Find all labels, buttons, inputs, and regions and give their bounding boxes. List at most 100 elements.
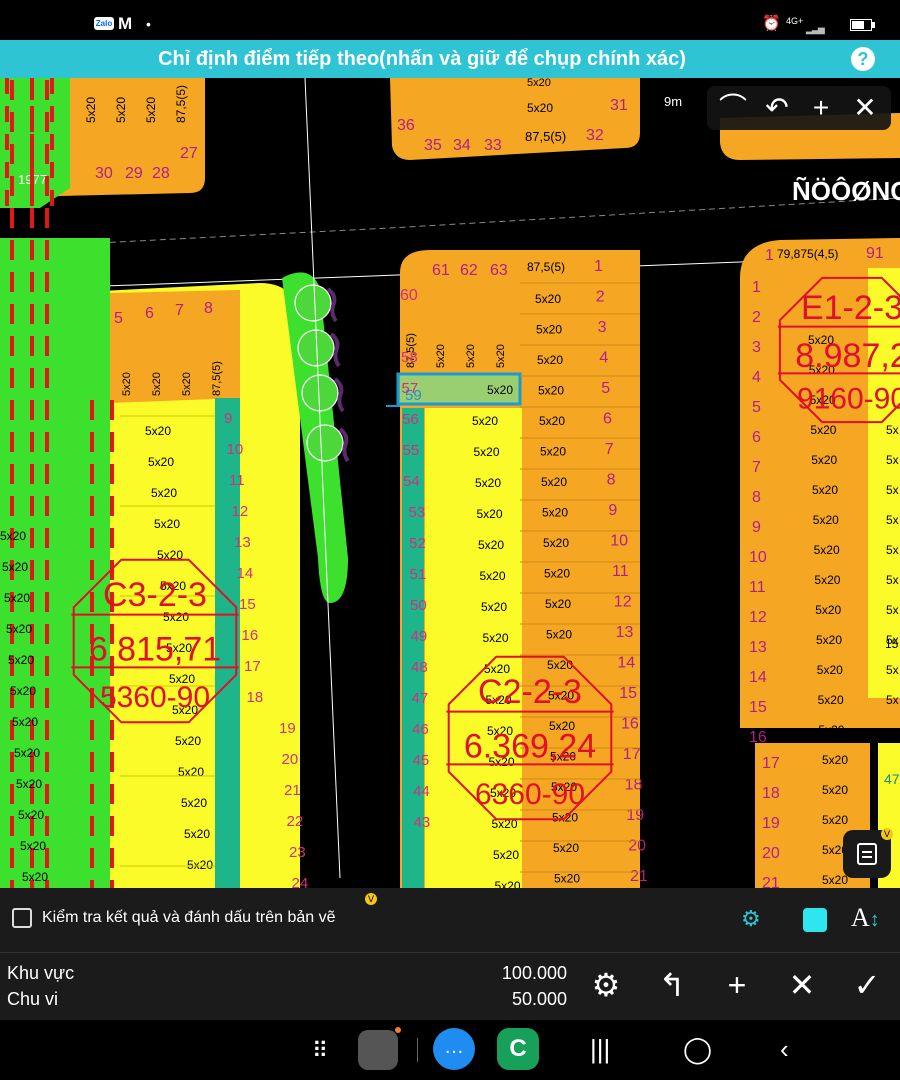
lot-size: 5x20 xyxy=(16,777,42,791)
lot-number: 6 xyxy=(752,429,761,446)
red-dash xyxy=(90,464,94,484)
lot-number: 9 xyxy=(608,502,617,519)
red-dash xyxy=(45,144,49,164)
red-dash xyxy=(10,432,14,452)
lot-number: 30 xyxy=(95,165,113,182)
lot-size: 5x20 xyxy=(477,507,503,521)
check-checkbox[interactable] xyxy=(12,908,32,928)
lot-number: 34 xyxy=(453,137,471,154)
close-icon[interactable]: ✕ xyxy=(847,92,883,124)
lot-number: 20 xyxy=(282,751,299,768)
lot-number: 62 xyxy=(460,262,478,279)
lot-size: 5x20 xyxy=(10,684,36,698)
color-swatch[interactable] xyxy=(803,908,827,932)
lot-number: 2 xyxy=(752,309,761,326)
red-dash xyxy=(50,134,54,150)
recent-apps-icon[interactable]: ||| xyxy=(590,1034,610,1065)
lot-size: 5x20 xyxy=(145,424,171,438)
red-dash xyxy=(30,528,34,548)
lot-size: 5x20 xyxy=(184,827,210,841)
network-label: 4G+ xyxy=(786,16,804,26)
red-dash xyxy=(10,304,14,324)
lot-number: 23 xyxy=(289,844,306,861)
lot-number: 54 xyxy=(403,473,420,490)
app-folder-icon[interactable] xyxy=(358,1027,401,1070)
perimeter-value: 50.000 xyxy=(511,989,567,1009)
lot-number: 6 xyxy=(603,411,612,428)
stamp-c2-code: C2-2-3 xyxy=(478,673,582,711)
plus-icon[interactable]: + xyxy=(803,92,839,124)
lot-number: 48 xyxy=(411,659,428,676)
back-icon[interactable]: ‹ xyxy=(780,1034,789,1065)
red-dash xyxy=(5,78,9,94)
undo-icon[interactable]: ↶ xyxy=(759,92,795,124)
lot-number: 18 xyxy=(247,689,264,706)
red-dash xyxy=(45,816,49,836)
stamp-c3-area: 6.815,71 xyxy=(89,630,221,668)
app-drawer-icon[interactable]: ⠿ xyxy=(312,1038,328,1064)
red-dash xyxy=(10,240,14,260)
lot-number: 4 xyxy=(752,369,761,386)
lot-size: 5x20 xyxy=(810,423,836,437)
lot-size: 5x20 xyxy=(483,631,509,645)
lot-number: 6 xyxy=(145,305,154,322)
lot-number: 55 xyxy=(403,442,420,459)
red-dash xyxy=(30,592,34,612)
messages-app-icon[interactable]: … xyxy=(433,1028,475,1070)
lot-size: 87,5(5) xyxy=(527,260,565,274)
settings-gear-icon[interactable]: ⚙ xyxy=(586,965,626,1005)
phone-app-icon[interactable]: C xyxy=(497,1028,539,1070)
red-dash xyxy=(30,336,34,356)
lot-number: 32 xyxy=(586,127,604,144)
undo-icon[interactable]: ↰ xyxy=(652,965,692,1005)
red-dash xyxy=(30,162,34,178)
lot-number: 91 xyxy=(866,245,884,262)
red-dash xyxy=(5,106,9,122)
lot-size: 5x20 xyxy=(187,858,213,872)
cancel-icon[interactable]: ✕ xyxy=(782,965,822,1005)
red-dash xyxy=(90,560,94,580)
lot-size: 5x20 xyxy=(527,78,551,89)
red-dash xyxy=(45,592,49,612)
lot-size: 5x xyxy=(886,603,899,617)
lot-number: 15 xyxy=(619,685,637,702)
lot-size: 87,5(5) xyxy=(525,129,566,144)
lot-size: 5x xyxy=(886,423,899,437)
tree-icon xyxy=(306,424,344,462)
lot-size: 5x20 xyxy=(812,483,838,497)
lot-size: 5x20 xyxy=(495,344,507,368)
add-point-icon[interactable]: + xyxy=(717,965,757,1005)
lot-size: 5x20 xyxy=(6,622,32,636)
help-icon[interactable]: ? xyxy=(851,47,875,71)
confirm-icon[interactable]: ✓ xyxy=(847,965,887,1005)
red-dash xyxy=(30,134,34,150)
stamp-c2-ref: 6360-90 xyxy=(475,778,585,811)
lot-number: 14 xyxy=(617,655,635,672)
text-size-icon[interactable]: A↕ xyxy=(851,903,880,933)
lot-size: 5x20 xyxy=(148,455,174,469)
lot-number: 4 xyxy=(599,350,608,367)
map-canvas[interactable]: 302928275x205x205x2087,5(5)1977363534333… xyxy=(0,78,900,888)
lot-number: 13 xyxy=(749,639,767,656)
lot-number: 16 xyxy=(242,627,259,644)
area-label: Khu vực xyxy=(7,963,75,983)
lot-size: 5x20 xyxy=(121,372,133,396)
lot-number: 61 xyxy=(432,262,450,279)
home-icon[interactable]: ◯ xyxy=(683,1034,712,1065)
red-dash xyxy=(30,368,34,388)
arc-icon[interactable]: ⌒ xyxy=(715,92,751,124)
lot-number: 9 xyxy=(224,410,232,427)
lot-number: 22 xyxy=(287,813,304,830)
lot-size: 5x20 xyxy=(822,813,848,827)
lot-size: 5x20 xyxy=(813,513,839,527)
tree-icon xyxy=(301,374,339,412)
lot-number: 46 xyxy=(412,721,429,738)
measure-settings-icon[interactable]: ⚙ xyxy=(741,906,761,932)
red-dash xyxy=(30,400,34,420)
lot-number: 17 xyxy=(623,746,641,763)
lot-number: 49 xyxy=(411,628,428,645)
lot-number: 36 xyxy=(397,117,415,134)
lot-size: 5x20 xyxy=(181,372,193,396)
notes-button[interactable]: V xyxy=(843,828,893,878)
lot-number: 8 xyxy=(607,472,616,489)
